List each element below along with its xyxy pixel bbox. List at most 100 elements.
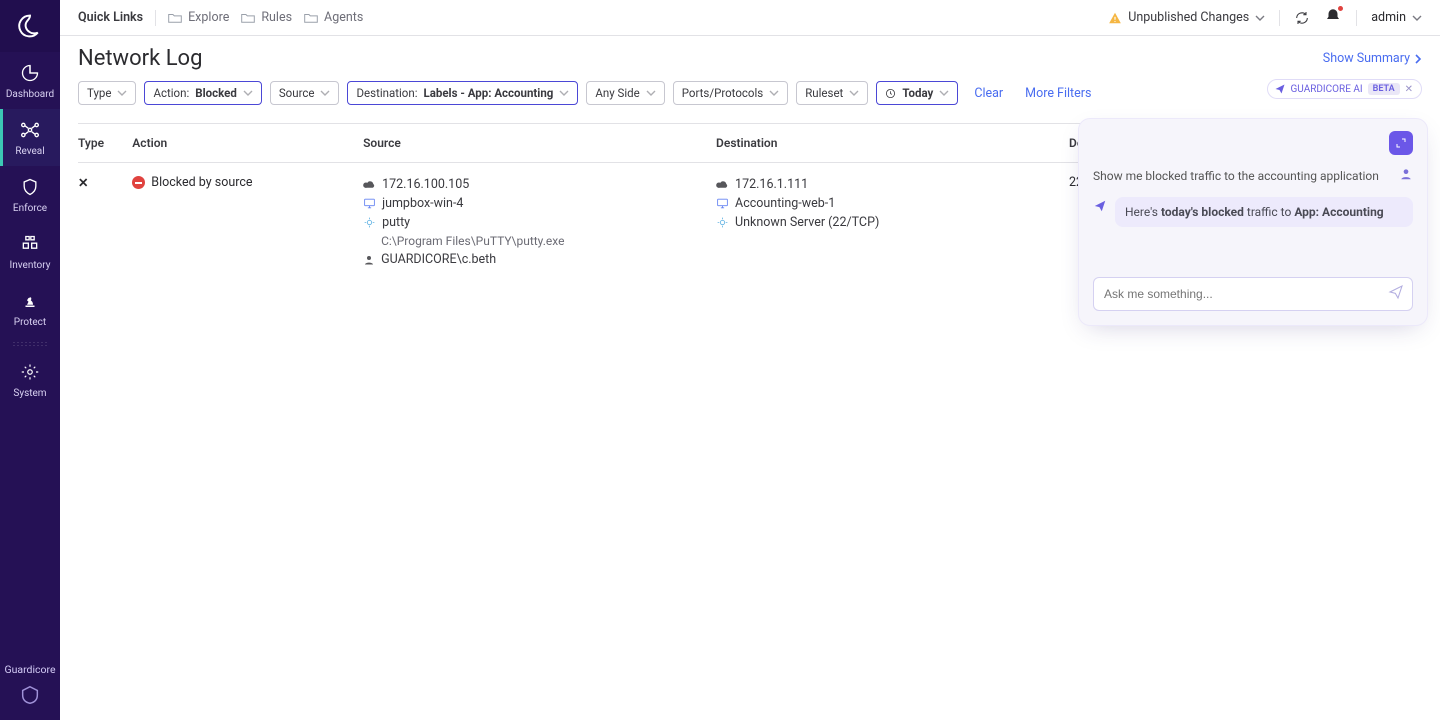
- col-type[interactable]: Type: [78, 124, 132, 163]
- ai-input-field[interactable]: [1102, 286, 1388, 302]
- beta-badge: BETA: [1368, 83, 1400, 95]
- nav-protect[interactable]: Protect: [0, 280, 60, 337]
- quick-links-label[interactable]: Quick Links: [78, 10, 143, 25]
- ai-expand-button[interactable]: [1389, 131, 1413, 155]
- divider: [1356, 10, 1357, 26]
- show-summary-label: Show Summary: [1323, 51, 1410, 66]
- pie-icon: [19, 62, 41, 84]
- source-cell: 172.16.100.105 jumpbox-win-4 putty C:\Pr…: [363, 175, 708, 269]
- filter-action[interactable]: Action: Blocked: [144, 81, 261, 105]
- ai-panel: Show me blocked traffic to the accountin…: [1078, 118, 1428, 326]
- send-icon: [1388, 284, 1404, 300]
- close-icon[interactable]: ✕: [1405, 84, 1413, 95]
- notifications-icon[interactable]: [1324, 7, 1342, 29]
- nav-reveal[interactable]: Reveal: [0, 109, 60, 166]
- gear-icon: [19, 361, 41, 383]
- refresh-icon[interactable]: [1294, 10, 1310, 26]
- user-menu[interactable]: admin: [1371, 10, 1422, 25]
- filter-ports[interactable]: Ports/Protocols: [673, 81, 788, 105]
- chevron-down-icon: [1412, 13, 1422, 23]
- folder-icon: [304, 12, 318, 24]
- filter-source[interactable]: Source: [270, 81, 340, 105]
- topbar: Quick Links Explore Rules Agents Unpubli…: [60, 0, 1440, 36]
- tab-agents[interactable]: Agents: [304, 10, 363, 25]
- clock-icon: [885, 88, 896, 99]
- filter-today[interactable]: Today: [876, 81, 958, 105]
- chevron-down-icon: [939, 88, 949, 98]
- monitor-icon: [363, 197, 376, 210]
- tab-explore[interactable]: Explore: [168, 10, 229, 25]
- brand-mark-icon: [19, 684, 41, 706]
- dest-service: Unknown Server (22/TCP): [735, 215, 879, 230]
- nav-inventory[interactable]: Inventory: [0, 223, 60, 280]
- page-title: Network Log: [78, 46, 202, 71]
- folder-icon: [241, 12, 255, 24]
- dest-host: Accounting-web-1: [735, 196, 835, 211]
- filter-type[interactable]: Type: [78, 81, 136, 105]
- ai-pill[interactable]: GUARDICORE AI BETA ✕: [1267, 79, 1423, 99]
- main-region: Quick Links Explore Rules Agents Unpubli…: [60, 0, 1440, 720]
- cloud-icon: [716, 178, 729, 191]
- ai-input-box[interactable]: [1093, 277, 1413, 311]
- network-icon: [19, 119, 41, 141]
- unpublished-changes[interactable]: Unpublished Changes: [1108, 10, 1265, 25]
- page-header: Network Log Show Summary: [60, 36, 1440, 77]
- col-action[interactable]: Action: [132, 124, 363, 163]
- cloud-icon: [363, 178, 376, 191]
- paper-plane-icon: [1093, 199, 1107, 213]
- nav-label: Protect: [14, 317, 46, 328]
- expand-icon: [1395, 137, 1407, 149]
- nav-enforce[interactable]: Enforce: [0, 166, 60, 223]
- monitor-icon: [716, 197, 729, 210]
- dest-ip: 172.16.1.111: [735, 177, 808, 192]
- chevron-down-icon: [849, 88, 859, 98]
- divider: [1279, 10, 1280, 26]
- close-icon[interactable]: ✕: [78, 176, 88, 191]
- clear-filters-link[interactable]: Clear: [974, 86, 1003, 101]
- brand-logo: [0, 0, 60, 52]
- chevron-down-icon: [320, 88, 330, 98]
- nav-system[interactable]: System: [0, 351, 60, 408]
- ai-user-row: Show me blocked traffic to the accountin…: [1093, 165, 1413, 187]
- source-path: C:\Program Files\PuTTY\putty.exe: [381, 234, 564, 248]
- send-button[interactable]: [1388, 284, 1404, 304]
- filter-anyside[interactable]: Any Side: [586, 81, 664, 105]
- filter-bar: Type Action: Blocked Source Destination:…: [60, 77, 1440, 115]
- knight-icon: [19, 290, 41, 312]
- process-icon: [363, 216, 376, 229]
- chevron-down-icon: [646, 88, 656, 98]
- nav-dashboard[interactable]: Dashboard: [0, 52, 60, 109]
- warning-icon: [1108, 11, 1122, 25]
- brand-label: Guardicore: [4, 663, 55, 676]
- boxes-icon: [19, 233, 41, 255]
- source-process: putty: [382, 215, 410, 230]
- sidebar: Dashboard Reveal Enforce Inventory Prote…: [0, 0, 60, 720]
- action-cell: Blocked by source: [132, 175, 252, 190]
- paper-plane-icon: [1274, 83, 1286, 95]
- nav-label: Enforce: [13, 203, 47, 214]
- source-host: jumpbox-win-4: [382, 196, 463, 211]
- more-filters-link[interactable]: More Filters: [1025, 86, 1091, 101]
- unpublished-label: Unpublished Changes: [1128, 10, 1249, 25]
- username: admin: [1371, 10, 1406, 25]
- filter-ruleset[interactable]: Ruleset: [796, 81, 868, 105]
- tab-rules[interactable]: Rules: [241, 10, 292, 25]
- nav-label: System: [13, 388, 46, 399]
- action-text: Blocked by source: [151, 175, 252, 190]
- col-source[interactable]: Source: [363, 124, 716, 163]
- show-summary-link[interactable]: Show Summary: [1323, 51, 1422, 66]
- nav-separator: [12, 341, 48, 347]
- filter-destination[interactable]: Destination: Labels - App: Accounting: [347, 81, 578, 105]
- tab-label: Explore: [188, 10, 229, 25]
- col-destination[interactable]: Destination: [716, 124, 1069, 163]
- chevron-down-icon: [769, 88, 779, 98]
- ai-pill-label: GUARDICORE AI: [1291, 84, 1363, 95]
- topbar-right: Unpublished Changes admin: [1108, 7, 1422, 29]
- chevron-down-icon: [559, 88, 569, 98]
- ai-bot-message: Here's today's blocked traffic to App: A…: [1115, 197, 1413, 227]
- nav-label: Dashboard: [6, 89, 54, 100]
- blocked-icon: [132, 176, 145, 189]
- divider: [155, 10, 156, 26]
- ai-bot-row: Here's today's blocked traffic to App: A…: [1093, 197, 1413, 227]
- source-user: GUARDICORE\c.beth: [381, 252, 496, 267]
